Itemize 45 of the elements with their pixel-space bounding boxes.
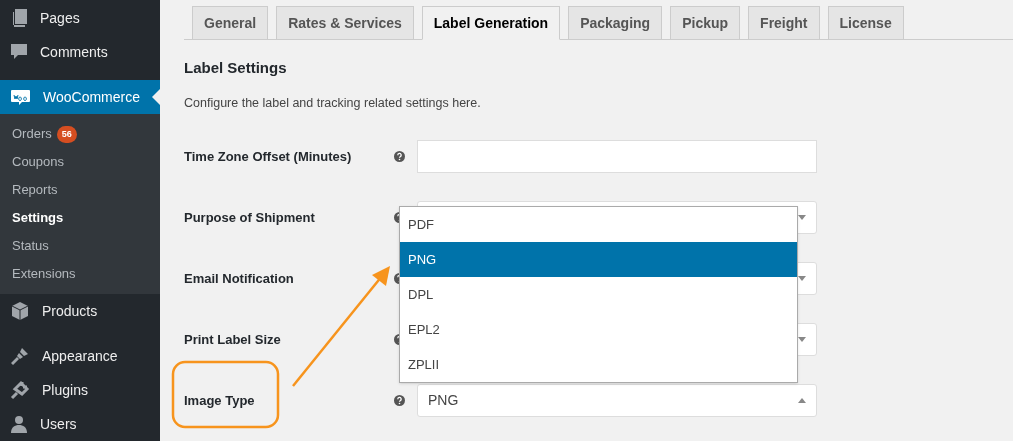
sidebar-item[interactable]: Products	[0, 294, 160, 328]
submenu-item[interactable]: Orders 56	[0, 120, 160, 148]
submenu-item[interactable]: Coupons	[0, 148, 160, 176]
caret-icon	[798, 398, 806, 404]
submenu-item[interactable]: Status	[0, 232, 160, 260]
submenu-item[interactable]: Extensions	[0, 260, 160, 288]
tab[interactable]: Packaging	[568, 6, 663, 40]
sidebar-item[interactable]: Pages	[0, 1, 160, 35]
tab[interactable]: License	[827, 6, 904, 40]
brush-icon	[10, 346, 30, 366]
select-field[interactable]: PNG	[417, 384, 817, 418]
sidebar-item[interactable]: Comments	[0, 35, 160, 69]
dropdown-option[interactable]: EPL2	[400, 312, 797, 347]
dropdown-option[interactable]: DPL	[400, 277, 797, 312]
tab[interactable]: Rates & Services	[276, 6, 414, 40]
comment-icon	[10, 42, 28, 62]
submenu-item[interactable]: Reports	[0, 176, 160, 204]
dropdown-option[interactable]: ZPLII	[400, 347, 797, 382]
section-description: Configure the label and tracking related settings here.	[184, 94, 482, 112]
dropdown-option[interactable]: PNG	[400, 242, 797, 277]
help-icon[interactable]	[394, 395, 405, 407]
tab[interactable]: General	[192, 6, 269, 40]
tab[interactable]: Freight	[748, 6, 820, 40]
pages-icon	[10, 8, 28, 28]
field-label: Print Label Size	[184, 331, 282, 349]
field-label: Email Notification	[184, 270, 295, 288]
tab[interactable]: Pickup	[670, 6, 741, 40]
sidebar-item[interactable]: Plugins	[0, 373, 160, 407]
field-label: Image Type	[184, 392, 256, 410]
user-icon	[10, 414, 28, 434]
text-field[interactable]	[417, 140, 817, 174]
dropdown-option[interactable]: PDF	[400, 207, 797, 242]
section-title: Label Settings	[184, 58, 288, 78]
count-badge: 56	[56, 125, 77, 143]
box-icon	[10, 301, 30, 321]
submenu-item[interactable]: Settings	[0, 204, 160, 232]
field-label: Purpose of Shipment	[184, 209, 316, 227]
sidebar-item[interactable]: WooCommerce	[0, 80, 160, 114]
current-pointer	[152, 89, 160, 105]
sidebar-item[interactable]: Users	[0, 407, 160, 441]
store-logo-icon	[10, 87, 31, 107]
sidebar-item[interactable]: Appearance	[0, 339, 160, 373]
field-label: Time Zone Offset (Minutes)	[184, 148, 353, 166]
help-icon[interactable]	[394, 151, 405, 163]
tab[interactable]: Label Generation	[421, 6, 561, 40]
